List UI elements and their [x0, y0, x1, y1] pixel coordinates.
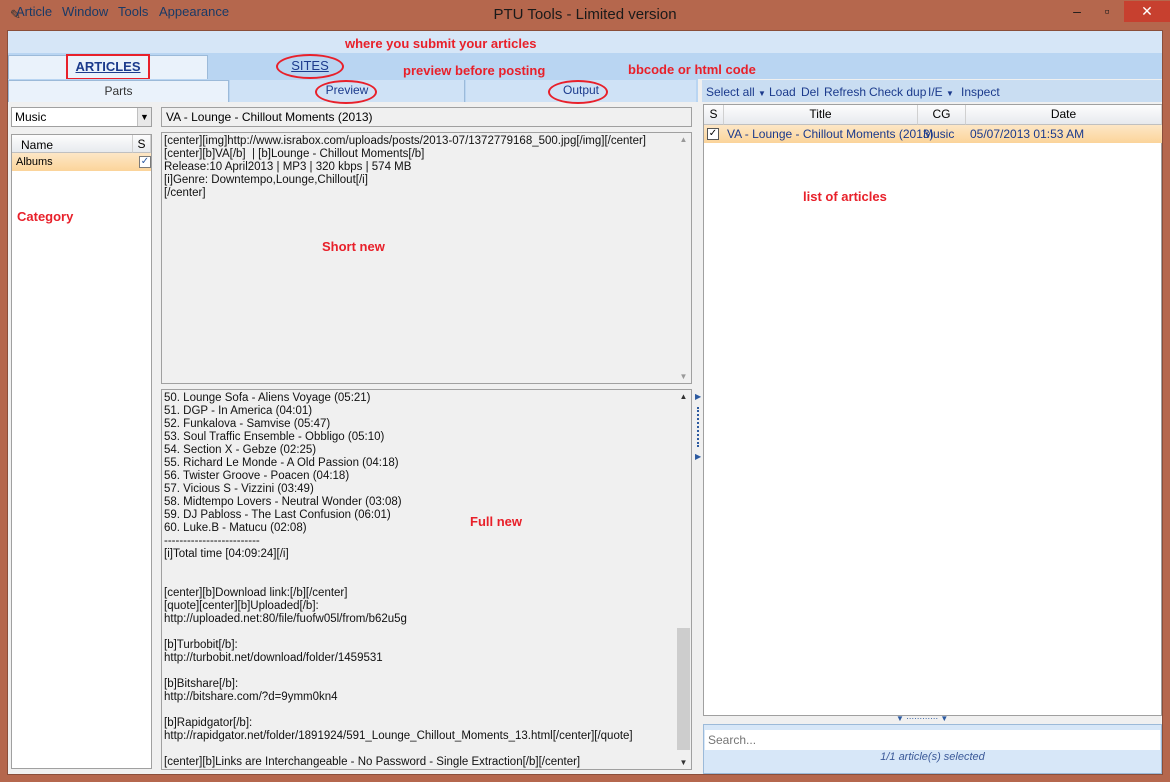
splitter-grip-icon [697, 407, 699, 447]
annotation-short: Short new [322, 239, 385, 254]
chevron-down-icon[interactable]: ▼ [137, 108, 151, 126]
full-new-scrollbar[interactable]: ▲ ▼ [676, 390, 691, 769]
article-row-cg: Music [923, 127, 955, 141]
articles-grid [703, 104, 1162, 716]
category-select-value: Music [15, 110, 47, 124]
short-new-scrollbar[interactable]: ▲ ▼ [676, 133, 691, 383]
search-input[interactable] [705, 730, 1160, 750]
splitter-arrow-icon: ▶ [695, 452, 702, 461]
dropdown-arrow-icon: ▼ [758, 89, 766, 98]
article-row-date: 05/07/2013 01:53 AM [970, 127, 1085, 141]
inspect-button[interactable]: Inspect [961, 85, 1000, 99]
category-s-header[interactable]: S [133, 135, 151, 153]
selection-status: 1/1 article(s) selected [880, 751, 985, 763]
scroll-up-icon[interactable]: ▲ [676, 135, 691, 144]
horizontal-splitter-grip-icon[interactable]: ▼ ⋯⋯⋯⋯ ▼ [896, 714, 948, 723]
menu-appearance[interactable]: Appearance [159, 4, 229, 19]
scroll-down-icon[interactable]: ▼ [676, 372, 691, 381]
panel-splitter[interactable]: ▶ ▶ [694, 102, 702, 774]
scroll-down-icon[interactable]: ▼ [676, 758, 691, 767]
restore-button[interactable]: ▫ [1094, 1, 1120, 23]
annotation-ring-preview [315, 80, 377, 104]
annotation-full: Full new [470, 514, 522, 529]
category-grid [11, 134, 152, 769]
menu-article[interactable]: Article [16, 4, 52, 19]
select-all-button[interactable]: Select all ▼ [706, 85, 766, 99]
load-button[interactable]: Load [769, 85, 796, 99]
articles-s-header[interactable]: S [704, 105, 724, 125]
category-row-name: Albums [16, 156, 53, 168]
menu-window[interactable]: Window [62, 4, 108, 19]
import-export-button[interactable]: I/E ▼ [928, 85, 954, 99]
minimize-button[interactable]: – [1064, 1, 1090, 23]
article-row-checkbox[interactable]: ✓ [707, 128, 719, 140]
articles-date-header[interactable]: Date [966, 105, 1162, 125]
annotation-submit: where you submit your articles [345, 36, 537, 51]
article-title-field[interactable]: VA - Lounge - Chillout Moments (2013) [161, 107, 692, 127]
short-new-text: [center][img]http://www.israbox.com/uplo… [164, 135, 647, 199]
tab-parts[interactable]: Parts [8, 80, 229, 102]
close-button[interactable]: ✕ [1124, 1, 1170, 22]
article-row-title: VA - Lounge - Chillout Moments (2013) [727, 127, 934, 141]
annotation-list: list of articles [803, 189, 887, 204]
articles-title-header[interactable]: Title [724, 105, 918, 125]
category-row-checkbox[interactable]: ✓ [139, 156, 151, 168]
dropdown-arrow-icon: ▼ [946, 89, 954, 98]
annotation-category: Category [17, 209, 74, 224]
splitter-arrow-icon: ▶ [695, 392, 702, 401]
menu-tools[interactable]: Tools [118, 4, 148, 19]
refresh-button[interactable]: Refresh [824, 85, 866, 99]
annotation-ring-output [548, 80, 608, 104]
scroll-up-icon[interactable]: ▲ [676, 392, 691, 401]
annotation-preview: preview before posting [403, 63, 546, 78]
full-new-text: 50. Lounge Sofa - Aliens Voyage (05:21) … [164, 392, 633, 768]
check-dup-button[interactable]: Check dup [869, 85, 926, 99]
delete-button[interactable]: Del [801, 85, 819, 99]
menu-bar [8, 31, 1162, 53]
annotation-output: bbcode or html code [628, 62, 756, 77]
scroll-thumb[interactable] [677, 628, 690, 750]
annotation-box-articles [66, 54, 150, 80]
articles-cg-header[interactable]: CG [918, 105, 966, 125]
annotation-ring-sites [276, 54, 344, 79]
category-name-header[interactable]: Name [12, 135, 133, 153]
